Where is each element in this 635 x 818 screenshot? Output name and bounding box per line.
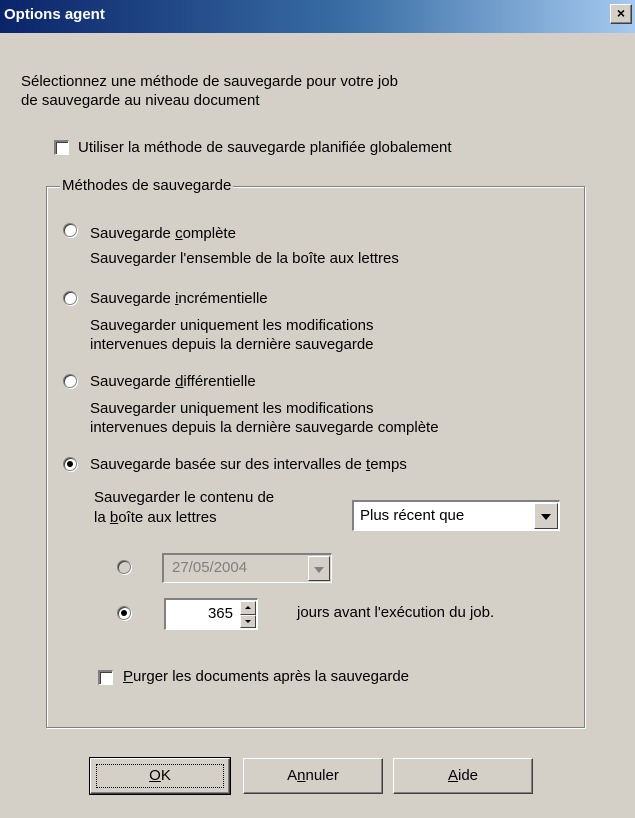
incremental-desc-1: Sauvegarder uniquement les modifications xyxy=(90,317,374,334)
close-button[interactable]: × xyxy=(610,4,632,24)
window-title: Options agent xyxy=(4,6,105,23)
date-picker[interactable]: 27/05/2004 xyxy=(162,553,332,583)
differential-desc-1: Sauvegarder uniquement les modifications xyxy=(90,400,374,417)
days-spinner[interactable]: 365 xyxy=(164,598,258,630)
filter-dropdown[interactable]: Plus récent que xyxy=(352,500,560,531)
differential-desc-2: intervenues depuis la dernière sauvegard… xyxy=(90,419,439,436)
radio-date[interactable] xyxy=(117,560,131,574)
radio-differential[interactable] xyxy=(63,374,77,388)
date-value: 27/05/2004 xyxy=(172,559,248,576)
complete-title[interactable]: Sauvegarde complète xyxy=(90,224,236,243)
title-bar[interactable]: Options agent × xyxy=(0,0,635,33)
backup-methods-legend: Méthodes de sauvegarde xyxy=(60,176,234,195)
radio-complete[interactable] xyxy=(63,223,77,237)
global-method-label[interactable]: Utiliser la méthode de sauvegarde planif… xyxy=(78,138,452,157)
filter-selected-value: Plus récent que xyxy=(360,507,465,524)
radio-interval[interactable] xyxy=(63,457,77,471)
days-value: 365 xyxy=(207,605,233,622)
purge-checkbox[interactable] xyxy=(98,670,113,685)
intro-line-2: de sauvegarde au niveau document xyxy=(21,92,260,109)
close-icon: × xyxy=(616,5,626,21)
intro-line-1: Sélectionnez une méthode de sauvegarde p… xyxy=(21,73,398,90)
date-picker-button[interactable] xyxy=(308,556,330,581)
help-button[interactable]: Aide xyxy=(393,758,533,794)
cancel-button[interactable]: Annuler xyxy=(243,758,383,794)
complete-desc: Sauvegarder l'ensemble de la boîte aux l… xyxy=(90,250,399,267)
ok-button[interactable]: OK xyxy=(89,757,231,795)
global-method-checkbox[interactable] xyxy=(54,140,69,155)
arrow-up-icon xyxy=(245,606,251,609)
incremental-title[interactable]: Sauvegarde incrémentielle xyxy=(90,289,268,308)
content-label-1: Sauvegarder le contenu de xyxy=(94,489,275,506)
radio-incremental[interactable] xyxy=(63,291,77,305)
spin-up-button[interactable] xyxy=(240,601,256,615)
chevron-down-icon xyxy=(314,566,324,573)
spin-down-button[interactable] xyxy=(240,614,256,628)
days-suffix: jours avant l'exécution du job. xyxy=(297,604,495,621)
arrow-down-icon xyxy=(245,619,251,623)
incremental-desc-2: intervenues depuis la dernière sauvegard… xyxy=(90,336,374,353)
differential-title[interactable]: Sauvegarde différentielle xyxy=(90,372,256,391)
interval-title[interactable]: Sauvegarde basée sur des intervalles de … xyxy=(90,455,407,474)
chevron-down-icon xyxy=(541,514,551,520)
filter-dropdown-button[interactable] xyxy=(534,503,558,529)
content-label-2: la boîte aux lettres xyxy=(94,509,217,526)
radio-days[interactable] xyxy=(117,606,131,620)
purge-label[interactable]: Purger les documents après la sauvegarde xyxy=(123,667,409,686)
